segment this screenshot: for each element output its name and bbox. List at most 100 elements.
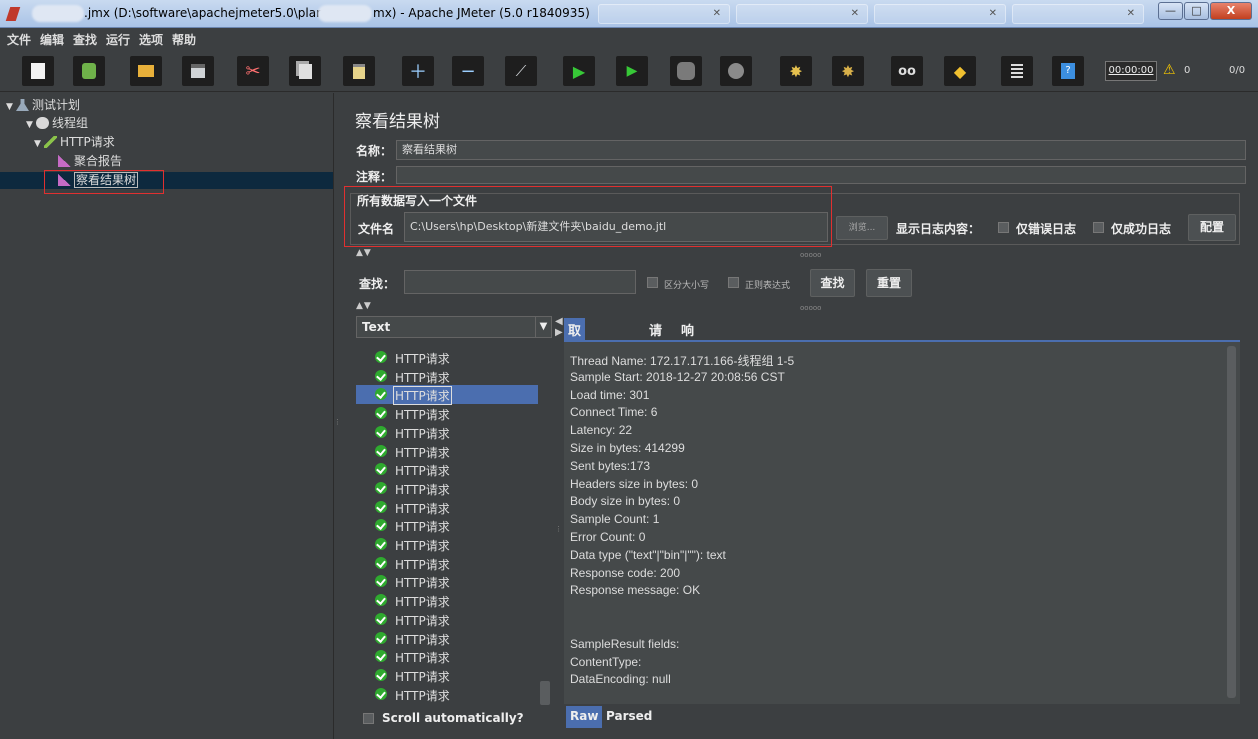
list-item[interactable]: HTTP请求 <box>356 460 538 479</box>
name-row: 名称： 察看结果树 <box>352 140 1246 160</box>
templates-button[interactable] <box>73 56 105 86</box>
menu-options[interactable]: 选项 <box>139 31 163 48</box>
list-item[interactable]: HTTP请求 <box>356 516 538 535</box>
browse-button[interactable]: 浏览... <box>836 216 888 240</box>
tab-response-data[interactable]: 响应数据 <box>677 318 698 396</box>
list-item[interactable]: HTTP请求 <box>356 572 538 591</box>
tree-node-test-plan[interactable]: ▼ 测试计划 <box>6 97 80 114</box>
tab-raw[interactable]: Raw <box>566 706 603 728</box>
menu-run[interactable]: 运行 <box>106 31 130 48</box>
start-button[interactable]: ▶ <box>563 56 595 86</box>
sample-results-list[interactable]: HTTP请求 HTTP请求 HTTP请求 HTTP请求 HTTP请求 HTTP请求 HTTP… <box>356 339 552 706</box>
new-button[interactable] <box>22 56 54 86</box>
regex-label: 正则表达式 <box>745 281 791 291</box>
list-item[interactable]: HTTP请求 <box>356 404 538 423</box>
function-helper-button[interactable] <box>1001 56 1033 86</box>
tab-sampler-result[interactable]: 取样器结果 <box>564 318 586 415</box>
reset-button[interactable]: 重置 <box>866 269 912 297</box>
search-button[interactable]: oo <box>891 56 923 86</box>
maximize-button[interactable]: □ <box>1184 2 1209 20</box>
start-no-pauses-button[interactable]: ▶ <box>616 56 648 86</box>
list-item[interactable]: HTTP请求 <box>356 535 538 554</box>
cut-button[interactable]: ✂ <box>237 56 269 86</box>
name-field[interactable]: 察看结果树 <box>396 140 1246 160</box>
paste-button[interactable] <box>343 56 375 86</box>
search-input[interactable] <box>404 270 636 294</box>
success-shield-icon <box>375 407 387 420</box>
menu-search[interactable]: 查找 <box>73 31 97 48</box>
tree-node-aggregate-report[interactable]: 聚合报告 <box>58 153 122 170</box>
sampler-result-text[interactable]: Thread Name: 172.17.171.166-线程组 1-5 Sampl… <box>564 340 1240 704</box>
renderer-value: Text <box>362 320 391 334</box>
open-button[interactable] <box>130 56 162 86</box>
success-only-label: 仅成功日志 <box>1111 222 1172 236</box>
list-item[interactable]: HTTP请求 <box>356 591 538 610</box>
toggle-button[interactable]: ⟋ <box>505 56 537 86</box>
close-button[interactable]: X <box>1210 2 1252 20</box>
list-item[interactable]: HTTP请求 <box>356 629 538 648</box>
reset-search-button[interactable]: ◆ <box>944 56 976 86</box>
shutdown-button[interactable] <box>720 56 752 86</box>
play-no-timers-icon: ▶ <box>626 63 638 79</box>
divider-grip[interactable]: ooooo <box>800 304 821 312</box>
minus-icon: − <box>460 60 476 82</box>
list-item[interactable]: HTTP请求 <box>356 367 538 386</box>
browser-tab[interactable]: ✕ <box>736 4 868 24</box>
split-pane-divider[interactable]: ⋮ <box>333 93 342 739</box>
save-button[interactable] <box>182 56 214 86</box>
list-item[interactable]: HTTP请求 <box>356 385 538 406</box>
help-button[interactable]: ? <box>1052 56 1084 86</box>
errors-only-checkbox[interactable] <box>998 222 1009 233</box>
list-item[interactable]: HTTP请求 <box>356 348 538 367</box>
clear-button[interactable]: ✸ <box>780 56 812 86</box>
list-item[interactable]: HTTP请求 <box>356 442 538 461</box>
tab-request[interactable]: 请求 <box>645 318 666 358</box>
result-scrollbar[interactable] <box>1227 346 1236 698</box>
find-button[interactable]: 查找 <box>810 269 855 297</box>
list-item[interactable]: HTTP请求 <box>356 423 538 442</box>
browser-tab[interactable]: ✕ <box>1012 4 1144 24</box>
filename-input[interactable]: C:\Users\hp\Desktop\新建文件夹\baidu_demo.jtl <box>404 212 828 242</box>
menu-file[interactable]: 文件 <box>7 31 31 48</box>
menu-edit[interactable]: 编辑 <box>40 31 64 48</box>
minimize-button[interactable]: — <box>1158 2 1183 20</box>
tree-node-thread-group[interactable]: ▼ 线程组 <box>26 115 88 132</box>
pane-divider-arrows[interactable]: ◀ ▶ <box>555 316 563 338</box>
warning-icon[interactable]: ⚠ <box>1163 62 1176 78</box>
page-title: 察看结果树 <box>355 112 440 132</box>
renderer-select[interactable]: Text ▼ <box>356 316 552 338</box>
list-item[interactable]: HTTP请求 <box>356 554 538 573</box>
list-item[interactable]: HTTP请求 <box>356 685 538 704</box>
success-shield-icon <box>375 463 387 476</box>
name-label: 名称： <box>356 144 393 158</box>
configure-button[interactable]: 配置 <box>1188 214 1236 241</box>
stop-button[interactable] <box>670 56 702 86</box>
list-item[interactable]: HTTP请求 <box>356 498 538 517</box>
success-only-checkbox[interactable] <box>1093 222 1104 233</box>
list-item[interactable]: HTTP请求 <box>356 703 538 706</box>
collapse-arrows[interactable]: ▲▼ <box>356 248 372 258</box>
copy-button[interactable] <box>289 56 321 86</box>
tab-parsed[interactable]: Parsed <box>602 706 656 728</box>
scroll-auto-checkbox[interactable] <box>363 713 374 724</box>
case-sensitive-checkbox[interactable] <box>647 277 658 288</box>
list-item[interactable]: HTTP请求 <box>356 647 538 666</box>
collapse-all-button[interactable]: − <box>452 56 484 86</box>
regex-checkbox[interactable] <box>728 277 739 288</box>
menu-help[interactable]: 帮助 <box>172 31 196 48</box>
expand-all-button[interactable]: ＋ <box>402 56 434 86</box>
list-item[interactable]: HTTP请求 <box>356 666 538 685</box>
tree-node-http-request[interactable]: ▼ HTTP请求 <box>34 134 115 151</box>
list-item[interactable]: HTTP请求 <box>356 610 538 629</box>
browser-tab[interactable]: ✕ <box>874 4 1006 24</box>
browser-tab[interactable]: ✕ <box>598 4 730 24</box>
collapse-arrows[interactable]: ▲▼ <box>356 301 372 311</box>
results-list-scrollbar[interactable] <box>540 681 550 705</box>
comment-field[interactable] <box>396 166 1246 184</box>
result-line: Sent bytes:173 <box>570 458 651 473</box>
list-item[interactable] <box>356 339 538 348</box>
list-item[interactable]: HTTP请求 <box>356 479 538 498</box>
divider-grip[interactable]: ⋮ <box>555 525 562 533</box>
clear-all-button[interactable]: ✸ <box>832 56 864 86</box>
divider-grip[interactable]: ooooo <box>800 251 821 259</box>
